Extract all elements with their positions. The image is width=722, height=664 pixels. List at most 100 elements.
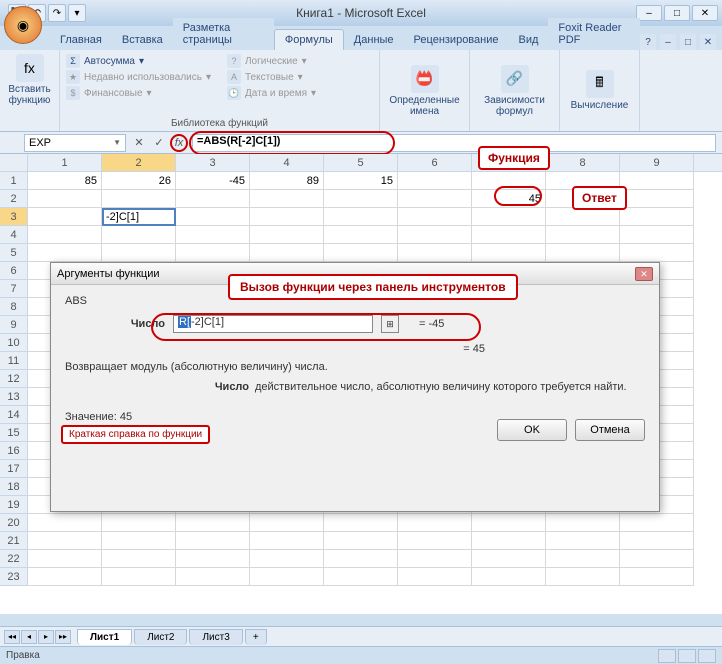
- cell[interactable]: [472, 550, 546, 568]
- row-header[interactable]: 14: [0, 406, 28, 424]
- view-pagebreak-icon[interactable]: [698, 649, 716, 663]
- cell[interactable]: [324, 550, 398, 568]
- cell[interactable]: [250, 226, 324, 244]
- cell[interactable]: [250, 208, 324, 226]
- office-button[interactable]: ◉: [4, 6, 42, 44]
- cell[interactable]: [102, 190, 176, 208]
- cell[interactable]: [620, 208, 694, 226]
- fx-button[interactable]: fx: [170, 134, 188, 152]
- cell[interactable]: [620, 514, 694, 532]
- cell[interactable]: [398, 514, 472, 532]
- row-header[interactable]: 5: [0, 244, 28, 262]
- cell[interactable]: [472, 244, 546, 262]
- cell[interactable]: [324, 208, 398, 226]
- cell[interactable]: [546, 244, 620, 262]
- close-button[interactable]: ✕: [692, 5, 718, 21]
- cell[interactable]: [472, 568, 546, 586]
- cell[interactable]: [176, 208, 250, 226]
- cell[interactable]: [546, 532, 620, 550]
- cell[interactable]: [176, 244, 250, 262]
- row-header[interactable]: 23: [0, 568, 28, 586]
- select-all-corner[interactable]: [0, 154, 28, 171]
- formula-enter-button[interactable]: ✓: [150, 134, 168, 152]
- name-box-dropdown-icon[interactable]: ▼: [113, 138, 121, 147]
- workbook-minimize-icon[interactable]: –: [660, 34, 676, 50]
- row-header[interactable]: 6: [0, 262, 28, 280]
- sheet-tab[interactable]: Лист1: [77, 629, 132, 645]
- insert-function-button[interactable]: fx Вставить функцию: [6, 52, 53, 108]
- row-header[interactable]: 19: [0, 496, 28, 514]
- cell[interactable]: 85: [28, 172, 102, 190]
- cell[interactable]: [324, 568, 398, 586]
- cell[interactable]: [620, 532, 694, 550]
- cell[interactable]: -2]C[1]: [102, 208, 176, 226]
- formula-input[interactable]: =ABS(R[-2]C[1]): [192, 134, 716, 152]
- cell[interactable]: [398, 532, 472, 550]
- col-header[interactable]: 8: [546, 154, 620, 171]
- text-button[interactable]: AТекстовые ▾: [227, 70, 316, 84]
- dialog-ok-button[interactable]: OK: [497, 419, 567, 441]
- row-header[interactable]: 11: [0, 352, 28, 370]
- row-header[interactable]: 1: [0, 172, 28, 190]
- cell[interactable]: [102, 244, 176, 262]
- cell[interactable]: [28, 190, 102, 208]
- tab-formulas[interactable]: Формулы: [274, 29, 344, 50]
- cell[interactable]: [546, 514, 620, 532]
- cell[interactable]: [176, 550, 250, 568]
- formula-cancel-button[interactable]: ✕: [130, 134, 148, 152]
- cell[interactable]: [250, 514, 324, 532]
- help-icon[interactable]: ?: [640, 34, 656, 50]
- cell[interactable]: [472, 532, 546, 550]
- sheet-tab[interactable]: Лист2: [134, 629, 187, 645]
- datetime-button[interactable]: 🕒Дата и время ▾: [227, 86, 316, 100]
- cell[interactable]: [28, 208, 102, 226]
- row-header[interactable]: 21: [0, 532, 28, 550]
- cell[interactable]: [398, 550, 472, 568]
- cell[interactable]: [620, 172, 694, 190]
- row-header[interactable]: 4: [0, 226, 28, 244]
- row-header[interactable]: 15: [0, 424, 28, 442]
- name-box[interactable]: EXP ▼: [24, 134, 126, 152]
- tab-insert[interactable]: Вставка: [112, 30, 173, 50]
- dialog-arg-input[interactable]: R[-2]C[1]: [173, 315, 373, 333]
- cell[interactable]: [324, 532, 398, 550]
- row-header[interactable]: 3: [0, 208, 28, 226]
- autosum-button[interactable]: ΣАвтосумма ▾: [66, 54, 211, 68]
- cell[interactable]: [28, 514, 102, 532]
- cell[interactable]: [620, 550, 694, 568]
- cell[interactable]: [472, 514, 546, 532]
- financial-button[interactable]: $Финансовые ▾: [66, 86, 211, 100]
- logical-button[interactable]: ?Логические ▾: [227, 54, 316, 68]
- cell[interactable]: [250, 244, 324, 262]
- col-header[interactable]: 3: [176, 154, 250, 171]
- cell[interactable]: [102, 568, 176, 586]
- row-header[interactable]: 16: [0, 442, 28, 460]
- qat-redo-icon[interactable]: ↷: [48, 4, 66, 22]
- defined-names-button[interactable]: 📛 Определенные имена: [380, 50, 470, 131]
- cell[interactable]: [546, 568, 620, 586]
- cell[interactable]: [28, 244, 102, 262]
- col-header[interactable]: 9: [620, 154, 694, 171]
- cell[interactable]: 89: [250, 172, 324, 190]
- sheet-add-button[interactable]: +: [245, 629, 267, 645]
- cell[interactable]: [176, 568, 250, 586]
- workbook-restore-icon[interactable]: □: [680, 34, 696, 50]
- tab-page-layout[interactable]: Разметка страницы: [173, 18, 274, 50]
- cell[interactable]: [398, 244, 472, 262]
- cell[interactable]: [28, 568, 102, 586]
- cell[interactable]: [620, 244, 694, 262]
- cell[interactable]: [620, 568, 694, 586]
- tab-view[interactable]: Вид: [509, 30, 549, 50]
- cell[interactable]: [250, 532, 324, 550]
- tab-foxit[interactable]: Foxit Reader PDF: [548, 18, 640, 50]
- cell[interactable]: 15: [324, 172, 398, 190]
- range-selector-button[interactable]: ⊞: [381, 315, 399, 333]
- cell[interactable]: [176, 532, 250, 550]
- row-header[interactable]: 9: [0, 316, 28, 334]
- tab-home[interactable]: Главная: [50, 30, 112, 50]
- sheet-nav-last-icon[interactable]: ▸▸: [55, 630, 71, 644]
- cell[interactable]: [102, 226, 176, 244]
- cell[interactable]: [250, 568, 324, 586]
- cell[interactable]: 26: [102, 172, 176, 190]
- row-header[interactable]: 2: [0, 190, 28, 208]
